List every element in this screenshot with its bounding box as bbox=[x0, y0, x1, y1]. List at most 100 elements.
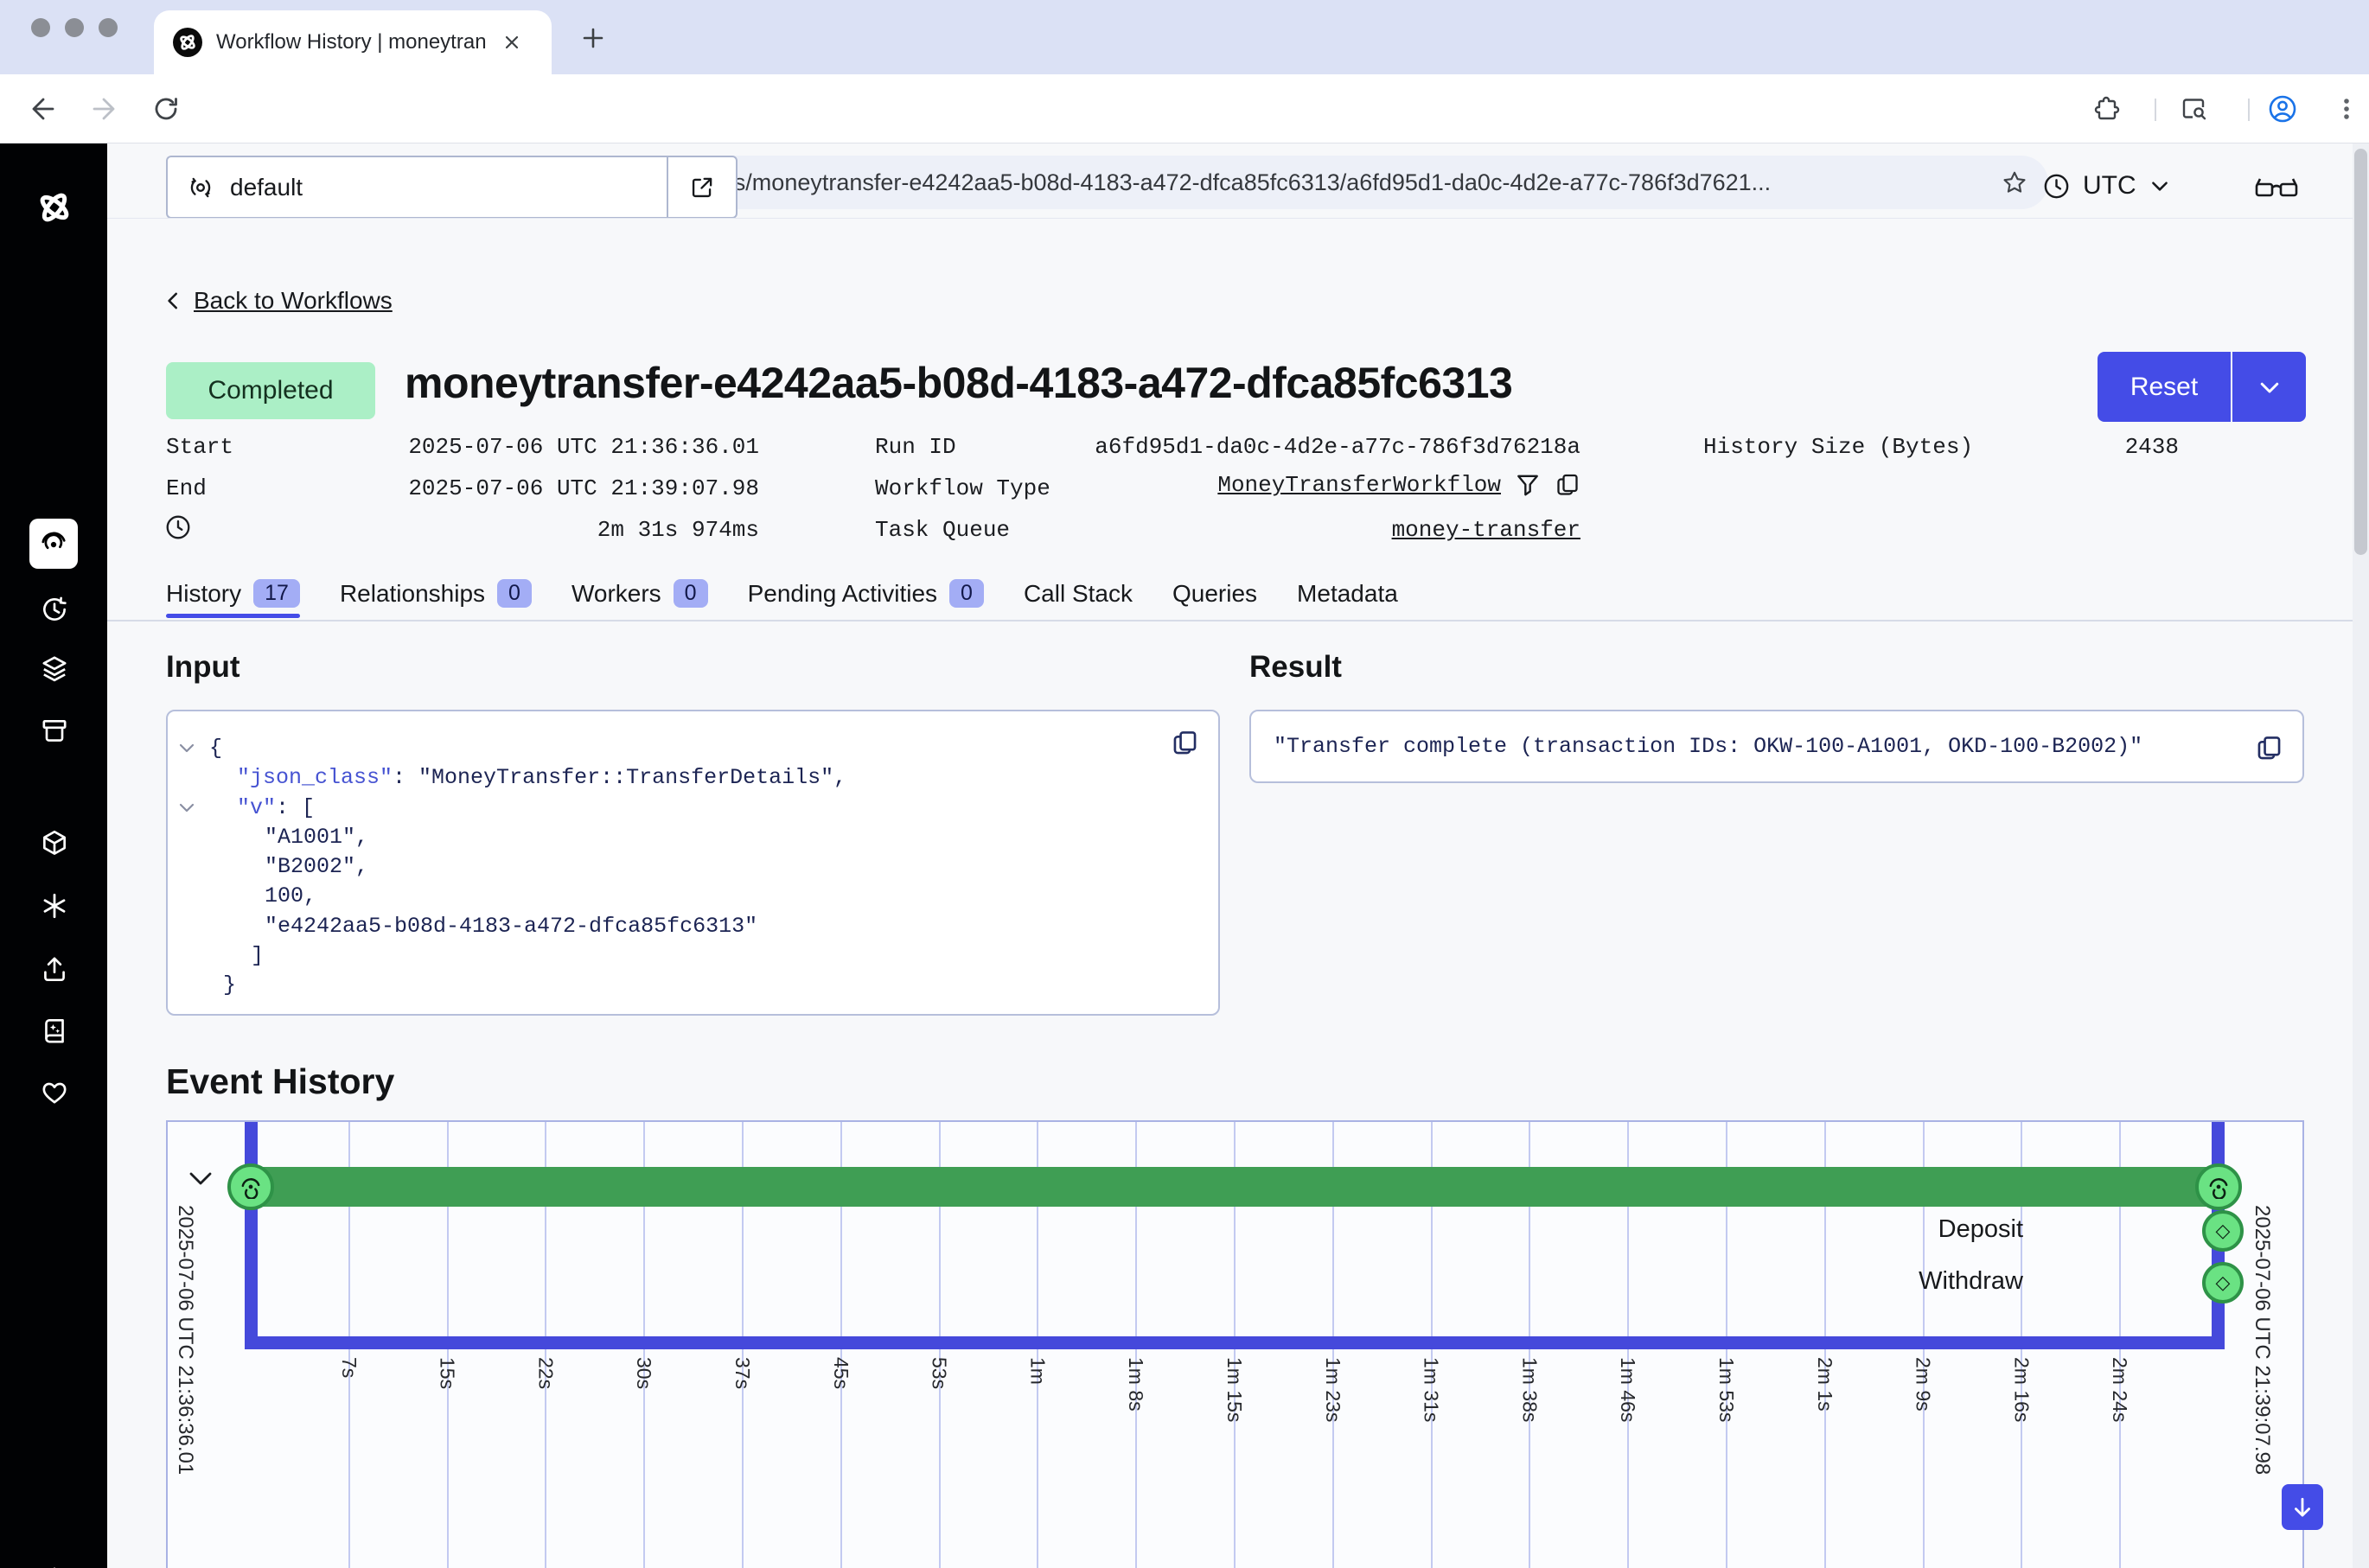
x-axis-tick-label: 1m bbox=[1025, 1357, 1049, 1385]
x-axis-tick-label: 45s bbox=[829, 1357, 852, 1389]
json-collapse-icon[interactable] bbox=[178, 743, 195, 755]
x-axis-tick-label: 1m 8s bbox=[1124, 1357, 1147, 1412]
namespace-selector[interactable]: default bbox=[166, 156, 667, 219]
tab-relationships[interactable]: Relationships0 bbox=[340, 579, 532, 611]
forward-button[interactable] bbox=[90, 95, 118, 123]
copy-result-button[interactable] bbox=[2255, 734, 2283, 762]
browser-menu-icon[interactable] bbox=[2333, 95, 2360, 123]
extensions-icon[interactable] bbox=[2092, 95, 2120, 123]
tab-label: Relationships bbox=[340, 580, 485, 608]
run-id-label: Run ID bbox=[875, 434, 956, 460]
tab-pending-activities[interactable]: Pending Activities0 bbox=[748, 579, 984, 611]
json-line: "json_class": "MoneyTransfer::TransferDe… bbox=[237, 765, 846, 790]
reload-button[interactable] bbox=[152, 95, 180, 123]
json-line: } bbox=[223, 972, 236, 998]
timeline-expand-chevron-icon[interactable] bbox=[187, 1170, 214, 1189]
browser-tabstrip: Workflow History | moneytran bbox=[0, 0, 2369, 74]
task-queue-link[interactable]: money-transfer bbox=[1392, 517, 1580, 543]
sidebar-item-schedules[interactable] bbox=[39, 593, 70, 624]
end-label: End bbox=[166, 475, 207, 501]
json-line: ] bbox=[251, 943, 264, 968]
json-line: 100, bbox=[265, 883, 316, 908]
tab-label: History bbox=[166, 580, 241, 608]
filter-icon[interactable] bbox=[1515, 472, 1541, 498]
workflow-type-label: Workflow Type bbox=[875, 475, 1050, 501]
temporal-logo-icon[interactable] bbox=[35, 188, 74, 227]
tab-count-badge: 0 bbox=[674, 579, 708, 608]
tab-call-stack[interactable]: Call Stack bbox=[1024, 580, 1133, 611]
bookmark-star-icon[interactable] bbox=[2002, 169, 2027, 195]
x-axis-tick-label: 53s bbox=[928, 1357, 951, 1389]
reset-button[interactable]: Reset bbox=[2098, 352, 2231, 422]
sidebar-item-deployments[interactable] bbox=[39, 828, 70, 859]
window-scrollbar-thumb[interactable] bbox=[2354, 149, 2367, 555]
event-history-heading: Event History bbox=[166, 1061, 394, 1102]
scroll-to-bottom-button[interactable] bbox=[2282, 1484, 2323, 1530]
json-collapse-icon[interactable] bbox=[178, 802, 195, 814]
copy-icon[interactable] bbox=[1555, 472, 1580, 498]
result-value: "Transfer complete (transaction IDs: OKW… bbox=[1274, 734, 2142, 759]
tab-metadata[interactable]: Metadata bbox=[1297, 580, 1398, 611]
chevron-down-icon bbox=[2149, 175, 2171, 197]
x-axis-tick-label: 2m 9s bbox=[1912, 1357, 1935, 1412]
event-history-timeline: 2025-07-06 UTC 21:36:36.01 2025-07-06 UT… bbox=[166, 1120, 2304, 1568]
profile-avatar[interactable] bbox=[2267, 93, 2298, 124]
sidebar-item-feedback[interactable] bbox=[39, 1077, 70, 1108]
timeline-left-axis-bar bbox=[245, 1122, 258, 1348]
json-line: { bbox=[209, 736, 222, 761]
x-axis-tick-label: 2m 24s bbox=[2108, 1357, 2131, 1422]
duration-value: 2m 31s 974ms bbox=[285, 517, 759, 543]
labs-glasses-icon[interactable] bbox=[2253, 173, 2300, 204]
workflow-execution-bar[interactable] bbox=[251, 1167, 2219, 1207]
diamond-icon: ◇ bbox=[2216, 1273, 2231, 1292]
tab-search-icon[interactable] bbox=[2179, 95, 2208, 123]
tab-close-icon[interactable] bbox=[501, 32, 522, 53]
theme-toggle-sun-icon[interactable] bbox=[39, 1564, 70, 1568]
namespace-external-link-button[interactable] bbox=[667, 156, 738, 219]
workflow-start-marker[interactable] bbox=[227, 1163, 274, 1210]
app-sidebar: 2.34.0 bbox=[0, 143, 107, 1568]
sidebar-item-nexus[interactable] bbox=[39, 890, 70, 921]
tab-queries[interactable]: Queries bbox=[1172, 580, 1257, 611]
tab-count-badge: 0 bbox=[949, 579, 984, 608]
start-value: 2025-07-06 UTC 21:36:36.01 bbox=[285, 434, 759, 460]
tab-label: Workers bbox=[571, 580, 661, 608]
x-axis-tick-label: 2m 1s bbox=[1813, 1357, 1836, 1412]
tab-history[interactable]: History17 bbox=[166, 579, 300, 611]
sidebar-item-import[interactable] bbox=[39, 953, 70, 985]
timezone-selector[interactable]: UTC bbox=[2042, 171, 2171, 201]
namespace-name: default bbox=[230, 174, 303, 201]
browser-tab[interactable]: Workflow History | moneytran bbox=[154, 10, 552, 74]
window-zoom-button[interactable] bbox=[99, 18, 118, 37]
withdraw-event-marker[interactable]: ◇ bbox=[2202, 1262, 2244, 1303]
deposit-event-marker[interactable]: ◇ bbox=[2202, 1210, 2244, 1252]
sidebar-item-workflows[interactable] bbox=[29, 519, 78, 569]
sidebar-item-namespaces[interactable] bbox=[39, 653, 70, 685]
x-axis-tick-label: 22s bbox=[533, 1357, 557, 1389]
x-axis-tick-label: 1m 46s bbox=[1616, 1357, 1639, 1422]
temporal-favicon-icon bbox=[173, 28, 202, 57]
back-to-workflows-link[interactable]: Back to Workflows bbox=[163, 287, 393, 315]
duration-clock-icon bbox=[164, 513, 192, 541]
tabs-divider bbox=[107, 620, 2369, 621]
run-id-value: a6fd95d1-da0c-4d2e-a77c-786f3d76218a bbox=[1072, 434, 1580, 460]
sidebar-item-archive[interactable] bbox=[39, 716, 70, 747]
copy-input-button[interactable] bbox=[1171, 729, 1199, 757]
x-axis-tick-label: 1m 53s bbox=[1714, 1357, 1738, 1422]
window-minimize-button[interactable] bbox=[65, 18, 84, 37]
page-title: moneytransfer-e4242aa5-b08d-4183-a472-df… bbox=[405, 358, 1512, 408]
input-json-box: { "json_class": "MoneyTransfer::Transfer… bbox=[166, 710, 1220, 1016]
input-heading: Input bbox=[166, 650, 240, 685]
new-tab-button[interactable] bbox=[581, 26, 605, 50]
workflow-type-link[interactable]: MoneyTransferWorkflow bbox=[1217, 472, 1501, 498]
history-size-label: History Size (Bytes) bbox=[1703, 434, 1973, 460]
back-button[interactable] bbox=[29, 95, 57, 123]
task-queue-cell: money-transfer bbox=[1072, 517, 1580, 543]
sidebar-item-docs[interactable] bbox=[39, 1016, 70, 1047]
x-axis-tick-label: 30s bbox=[632, 1357, 655, 1389]
window-close-button[interactable] bbox=[31, 18, 50, 37]
workflow-end-marker[interactable] bbox=[2195, 1163, 2242, 1210]
json-line: "A1001", bbox=[265, 825, 368, 850]
tab-workers[interactable]: Workers 0 bbox=[571, 579, 708, 611]
reset-dropdown-button[interactable] bbox=[2232, 352, 2306, 422]
